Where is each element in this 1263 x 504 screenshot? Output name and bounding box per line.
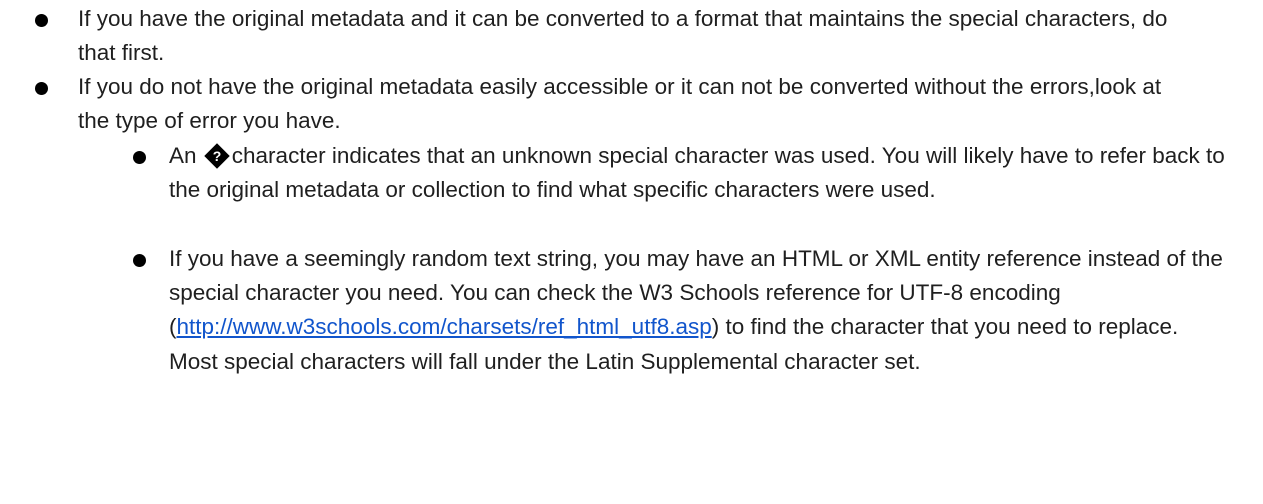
text-before: If you have a seemingly random text stri… (169, 246, 1223, 306)
sub-list-item-text: If you have a seemingly random text stri… (169, 242, 1229, 379)
utf8-reference-link[interactable]: http://www.w3schools.com/charsets/ref_ht… (177, 314, 712, 339)
text-before: An (169, 143, 203, 168)
list-item-text: If you do not have the original metadata… (78, 74, 1162, 134)
bullet-dot-icon (133, 151, 146, 164)
bullet-dot-icon (35, 14, 48, 27)
bullet-dot-icon (35, 82, 48, 95)
list-item-text: If you have the original metadata and it… (78, 6, 1168, 66)
open-paren: ( (169, 314, 177, 340)
replacement-character-icon (204, 143, 230, 169)
text-after: character indicates that an unknown spec… (169, 143, 1225, 203)
bullet-dot-icon (133, 254, 146, 267)
sub-list-item-text: An character indicates that an unknown s… (169, 139, 1229, 207)
